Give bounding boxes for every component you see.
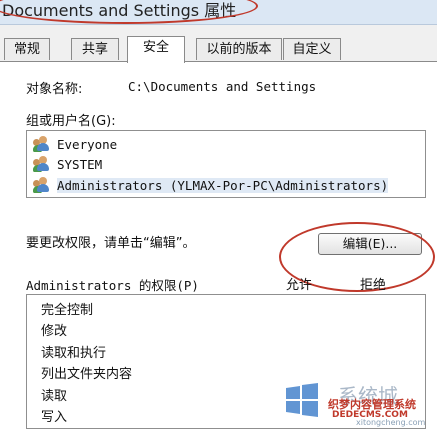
permission-read-execute: 读取和执行 [41,346,107,361]
permission-read: 读取 [41,389,68,404]
user-group-icon [33,156,51,172]
tab-sharing[interactable]: 共享 [71,38,119,60]
object-name-label: 对象名称: [26,82,83,97]
permission-modify: 修改 [41,324,68,339]
object-name-value: C:\Documents and Settings [128,79,317,94]
list-item-system[interactable]: SYSTEM [33,155,102,173]
tab-general[interactable]: 常规 [4,38,50,60]
watermark-url: xitongcheng.com [356,418,426,427]
groups-label: 组或用户名(G): [26,114,116,129]
permissions-label: Administrators 的权限(P) [26,278,199,293]
permission-write: 写入 [41,410,68,425]
user-name: SYSTEM [57,156,103,172]
tab-customize[interactable]: 自定义 [283,38,341,60]
user-group-icon [33,177,51,193]
change-permissions-hint: 要更改权限，请单击“编辑”。 [26,236,196,251]
list-item-administrators[interactable]: Administrators (YLMAX-Por-PC\Administrat… [33,176,389,194]
user-group-icon [33,136,51,152]
permission-full-control: 完全控制 [41,303,94,318]
list-item-everyone[interactable]: Everyone [33,135,117,153]
permission-list-folder: 列出文件夹内容 [41,367,133,382]
tab-previous-versions[interactable]: 以前的版本 [196,38,282,60]
windows-logo-icon [286,383,318,417]
user-name: Administrators (YLMAX-Por-PC\Administrat… [57,177,389,193]
deny-column-header: 拒绝 [360,278,387,293]
tab-security[interactable]: 安全 [127,36,185,63]
user-name: Everyone [57,136,118,152]
users-list[interactable]: Everyone SYSTEM Administrators (YLMAX-Po… [26,130,426,198]
tab-strip: 常规 共享 安全 以前的版本 自定义 [0,36,437,63]
allow-column-header: 允许 [286,278,313,293]
